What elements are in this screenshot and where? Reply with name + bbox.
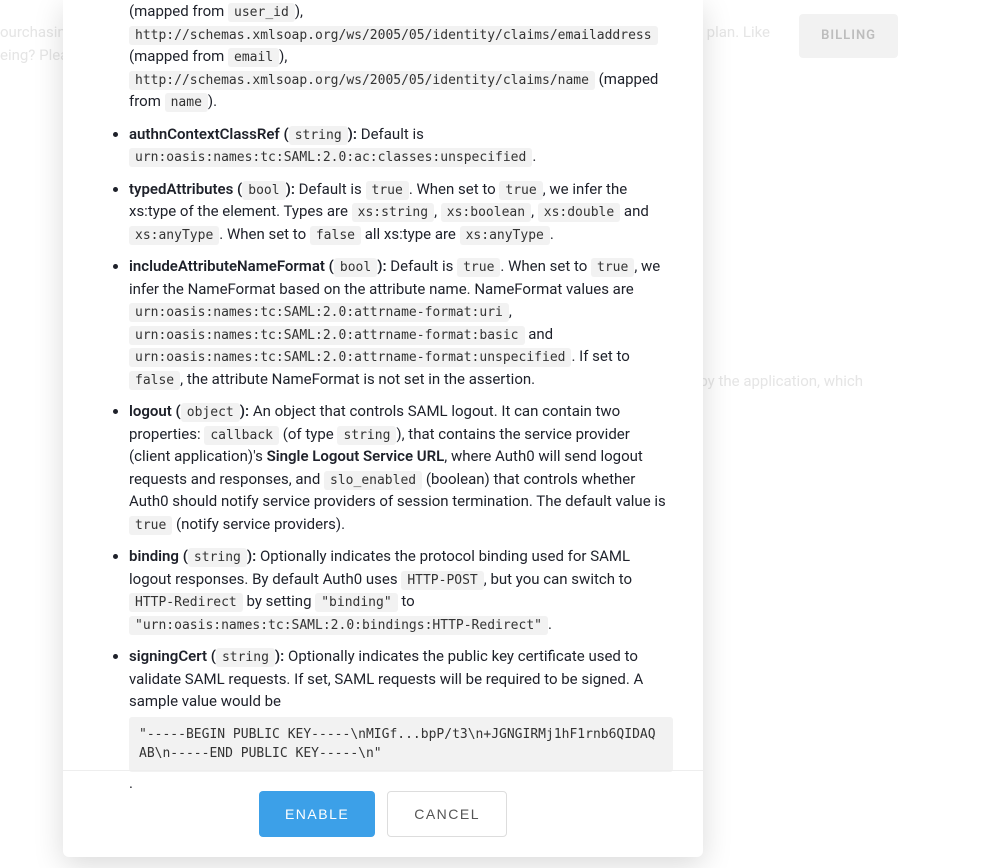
code-user-id: user_id bbox=[228, 3, 295, 22]
param-typedattributes: typedAttributes (bool): Default is true.… bbox=[129, 178, 673, 246]
code-claim-email: http://schemas.xmlsoap.org/ws/2005/05/id… bbox=[129, 26, 658, 45]
code-name: name bbox=[165, 93, 208, 112]
param-logout: logout (object): An object that controls… bbox=[129, 400, 673, 535]
param-authncontextclassref: authnContextClassRef (string): Default i… bbox=[129, 123, 673, 168]
modal-dialog: (mapped from user_id), http://schemas.xm… bbox=[63, 0, 703, 857]
backdrop-text-3: e plan. Like bbox=[695, 21, 770, 44]
cancel-button[interactable]: CANCEL bbox=[387, 791, 507, 837]
param-binding: binding (string): Optionally indicates t… bbox=[129, 545, 673, 635]
code-email: email bbox=[228, 48, 279, 67]
code-claim-name: http://schemas.xmlsoap.org/ws/2005/05/id… bbox=[129, 71, 595, 90]
modal-body: (mapped from user_id), http://schemas.xm… bbox=[63, 0, 703, 770]
param-includeattributenameformat: includeAttributeNameFormat (bool): Defau… bbox=[129, 255, 673, 390]
enable-button[interactable]: ENABLE bbox=[259, 791, 375, 837]
backdrop-text-4: d by the application, which bbox=[687, 370, 863, 393]
code-cert-sample: "-----BEGIN PUBLIC KEY-----\nMIGf...bpP/… bbox=[129, 717, 673, 772]
billing-button: BILLING bbox=[799, 14, 898, 58]
modal-footer: ENABLE CANCEL bbox=[63, 770, 703, 857]
param-mappings: (mapped from user_id), http://schemas.xm… bbox=[129, 0, 673, 113]
params-list: (mapped from user_id), http://schemas.xm… bbox=[93, 0, 673, 794]
